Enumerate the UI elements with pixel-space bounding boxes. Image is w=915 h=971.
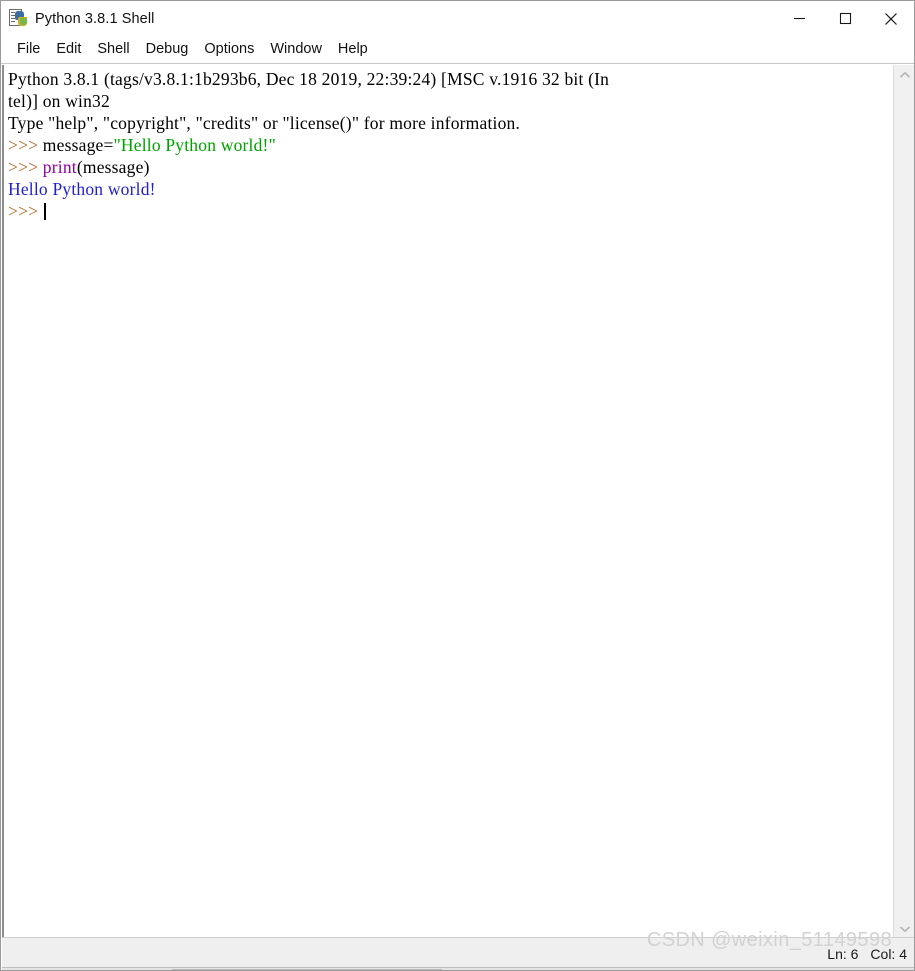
chevron-down-icon (899, 926, 910, 933)
input-line-3: >>> (8, 200, 893, 222)
shell-console-text[interactable]: Python 3.8.1 (tags/v3.8.1:1b293b6, Dec 1… (4, 65, 893, 222)
code-token-plain: tel)] on win32 (8, 91, 110, 111)
code-token-plain: message= (42, 135, 114, 155)
input-line-2: >>> print(message) (8, 156, 893, 178)
menu-item-shell[interactable]: Shell (90, 40, 136, 59)
banner-line-2: tel)] on win32 (8, 90, 893, 112)
code-token-output: Hello Python world! (8, 179, 156, 199)
code-token-builtin: print (42, 157, 77, 177)
banner-line-1: Python 3.8.1 (tags/v3.8.1:1b293b6, Dec 1… (8, 68, 893, 90)
close-button[interactable] (868, 1, 914, 36)
vertical-scrollbar[interactable] (893, 65, 914, 939)
menu-item-window[interactable]: Window (263, 40, 329, 59)
code-token-plain: (message) (76, 157, 150, 177)
line-indicator: Ln: 6 (827, 946, 859, 962)
menu-item-edit[interactable]: Edit (49, 40, 88, 59)
python-idle-icon (9, 9, 28, 28)
cursor-position-indicator: Ln: 6 Col: 4 (827, 946, 907, 962)
text-caret (43, 203, 46, 220)
maximize-icon (839, 12, 851, 25)
input-line-1: >>> message="Hello Python world!" (8, 134, 893, 156)
status-bar: Ln: 6 Col: 4 (2, 937, 914, 970)
window-controls (776, 1, 914, 36)
chevron-up-icon (899, 71, 910, 78)
idle-shell-window: Python 3.8.1 Shell File Edit Shell Debug… (0, 0, 915, 971)
window-title: Python 3.8.1 Shell (35, 10, 155, 27)
column-indicator: Col: 4 (870, 946, 907, 962)
menu-item-debug[interactable]: Debug (139, 40, 196, 59)
code-token-plain: Python 3.8.1 (tags/v3.8.1:1b293b6, Dec 1… (8, 69, 610, 89)
banner-line-3: Type "help", "copyright", "credits" or "… (8, 112, 893, 134)
close-icon (885, 12, 897, 25)
scroll-down-button[interactable] (894, 919, 914, 939)
maximize-button[interactable] (822, 1, 868, 36)
minimize-button[interactable] (776, 1, 822, 36)
output-line-1: Hello Python world! (8, 178, 893, 200)
menu-bar: File Edit Shell Debug Options Window Hel… (1, 36, 914, 64)
menu-item-options[interactable]: Options (197, 40, 261, 59)
shell-text-pane[interactable]: Python 3.8.1 (tags/v3.8.1:1b293b6, Dec 1… (2, 65, 893, 939)
code-token-string: "Hello Python world!" (113, 135, 276, 155)
code-token-plain: Type "help", "copyright", "credits" or "… (8, 113, 521, 133)
menu-item-help[interactable]: Help (331, 40, 375, 59)
minimize-icon (793, 17, 805, 20)
scroll-up-button[interactable] (894, 65, 914, 85)
title-bar: Python 3.8.1 Shell (1, 1, 914, 36)
menu-item-file[interactable]: File (10, 40, 47, 59)
code-token-prompt: >>> (8, 135, 43, 155)
code-token-prompt: >>> (8, 157, 43, 177)
shell-area: Python 3.8.1 (tags/v3.8.1:1b293b6, Dec 1… (2, 65, 914, 939)
code-token-prompt: >>> (8, 201, 43, 221)
horizontal-scrollbar[interactable] (2, 967, 914, 970)
title-bar-left: Python 3.8.1 Shell (1, 9, 776, 28)
